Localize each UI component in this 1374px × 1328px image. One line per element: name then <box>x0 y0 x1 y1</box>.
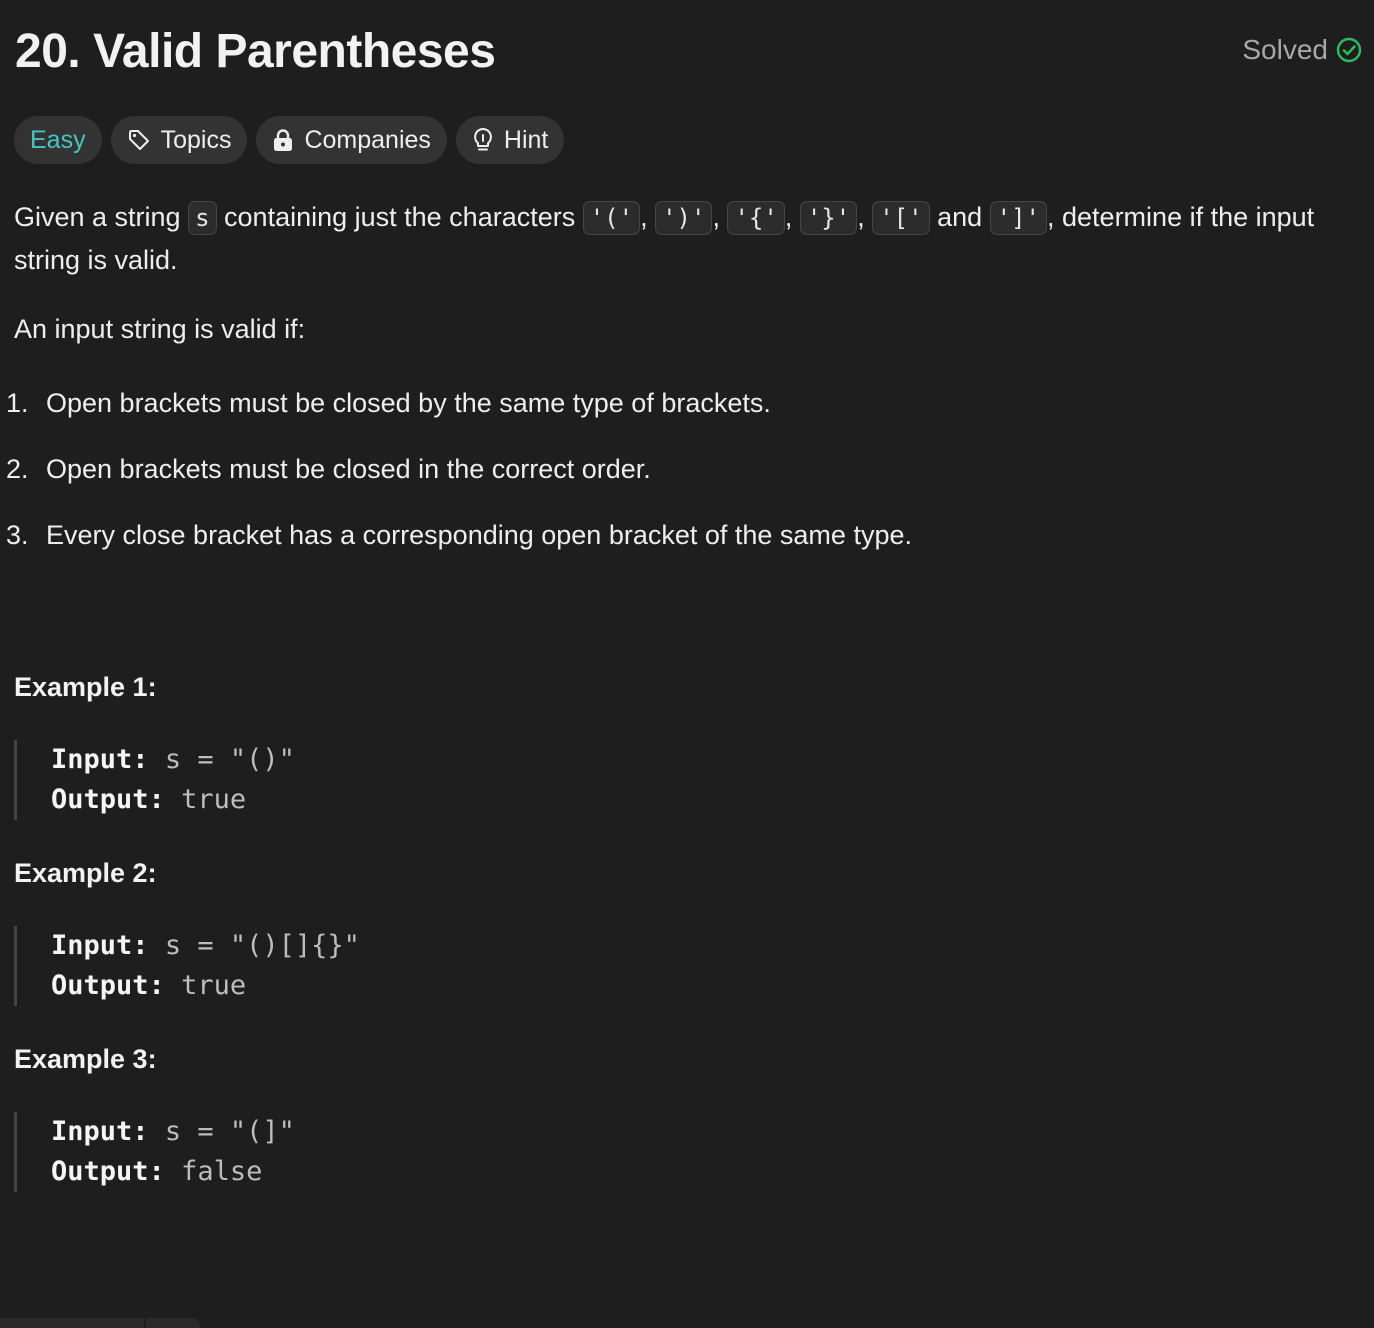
example-2-block: Input: s = "()[]{}" Output: true <box>14 926 614 1006</box>
code-char: '}' <box>799 201 858 235</box>
code-var-s: s <box>188 201 217 235</box>
hint-button[interactable]: Hint <box>455 116 565 164</box>
example-3-title: Example 3: <box>14 1044 157 1074</box>
problem-title: 20. Valid Parentheses <box>15 25 496 78</box>
lightbulb-icon <box>472 127 494 153</box>
example-1-block: Input: s = "()" Output: true <box>14 740 614 820</box>
tag-icon <box>127 128 151 152</box>
code-char: ']' <box>989 201 1048 235</box>
tab-divider <box>144 1318 146 1328</box>
difficulty-label: Easy <box>30 125 86 154</box>
bottom-tab-strip[interactable] <box>0 1318 200 1328</box>
solved-status: Solved <box>1242 34 1362 66</box>
problem-description: Given a string s containing just the cha… <box>14 201 1315 275</box>
code-char: '(' <box>582 201 641 235</box>
rules-list: 1. Open brackets must be closed by the s… <box>6 388 912 586</box>
example-2-title: Example 2: <box>14 858 157 888</box>
topics-button[interactable]: Topics <box>110 116 248 164</box>
hint-label: Hint <box>503 125 549 154</box>
list-item: 3. Every close bracket has a correspondi… <box>6 520 912 550</box>
companies-button[interactable]: Companies <box>256 116 447 164</box>
code-char: ')' <box>655 201 713 235</box>
topics-label: Topics <box>160 125 232 154</box>
example-1-title: Example 1: <box>14 672 157 702</box>
list-item: 1. Open brackets must be closed by the s… <box>6 388 771 418</box>
tag-bar: Easy Topics Companies Hint <box>14 116 565 164</box>
check-circle-icon <box>1336 37 1362 63</box>
solved-label: Solved <box>1242 34 1328 65</box>
lock-icon <box>272 128 294 152</box>
example-3-block: Input: s = "(]" Output: false <box>14 1112 614 1192</box>
companies-label: Companies <box>304 125 431 154</box>
list-item: 2. Open brackets must be closed in the c… <box>6 454 651 484</box>
difficulty-badge[interactable]: Easy <box>14 116 102 164</box>
validity-intro: An input string is valid if: <box>14 314 306 344</box>
code-char: '{' <box>727 201 785 235</box>
code-char: '[' <box>872 201 930 235</box>
